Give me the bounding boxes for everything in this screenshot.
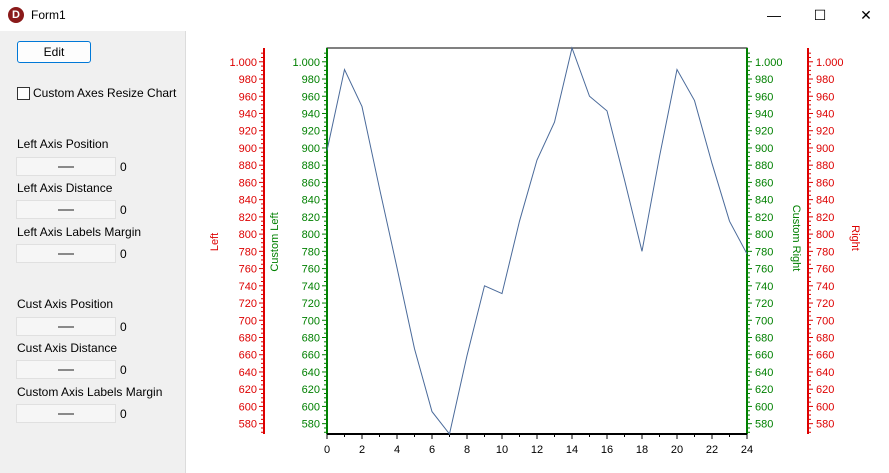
slider-thumb[interactable] <box>58 326 74 328</box>
cust-axis-position-value: 0 <box>120 320 127 334</box>
cust-axis-distance-value: 0 <box>120 363 127 377</box>
cust-axis-distance-slider[interactable] <box>16 360 116 379</box>
left-axis-distance-label: Left Axis Distance <box>17 181 113 195</box>
close-button[interactable]: ✕ <box>843 0 889 31</box>
slider-thumb[interactable] <box>58 253 74 255</box>
left-axis-distance-slider[interactable] <box>16 200 116 219</box>
minimize-button[interactable]: — <box>751 0 797 31</box>
slider-thumb[interactable] <box>58 413 74 415</box>
app-icon: D <box>8 7 24 23</box>
custom-axes-resize-checkbox[interactable]: Custom Axes Resize Chart <box>17 86 176 100</box>
checkbox-label: Custom Axes Resize Chart <box>33 86 177 100</box>
slider-thumb[interactable] <box>58 209 74 211</box>
chart-area <box>186 31 889 473</box>
title-bar: D Form1 — ☐ ✕ <box>0 0 889 32</box>
custom-axis-labels-margin-label: Custom Axis Labels Margin <box>17 385 163 399</box>
left-axis-labels-margin-slider[interactable] <box>16 244 116 263</box>
cust-axis-position-slider[interactable] <box>16 317 116 336</box>
left-axis-distance-value: 0 <box>120 203 127 217</box>
cust-axis-position-label: Cust Axis Position <box>17 297 114 311</box>
slider-thumb[interactable] <box>58 166 74 168</box>
left-axis-labels-margin-value: 0 <box>120 247 127 261</box>
left-axis-labels-margin-label: Left Axis Labels Margin <box>17 225 142 239</box>
checkbox-box[interactable] <box>17 86 30 100</box>
custom-axis-labels-margin-value: 0 <box>120 407 127 421</box>
edit-button[interactable]: Edit <box>17 41 91 63</box>
cust-axis-distance-label: Cust Axis Distance <box>17 341 118 355</box>
maximize-button[interactable]: ☐ <box>797 0 843 31</box>
left-axis-position-slider[interactable] <box>16 157 116 176</box>
custom-axis-labels-margin-slider[interactable] <box>16 404 116 423</box>
window-title: Form1 <box>31 8 66 22</box>
left-axis-position-label: Left Axis Position <box>17 137 109 151</box>
left-axis-position-value: 0 <box>120 160 127 174</box>
slider-thumb[interactable] <box>58 369 74 371</box>
